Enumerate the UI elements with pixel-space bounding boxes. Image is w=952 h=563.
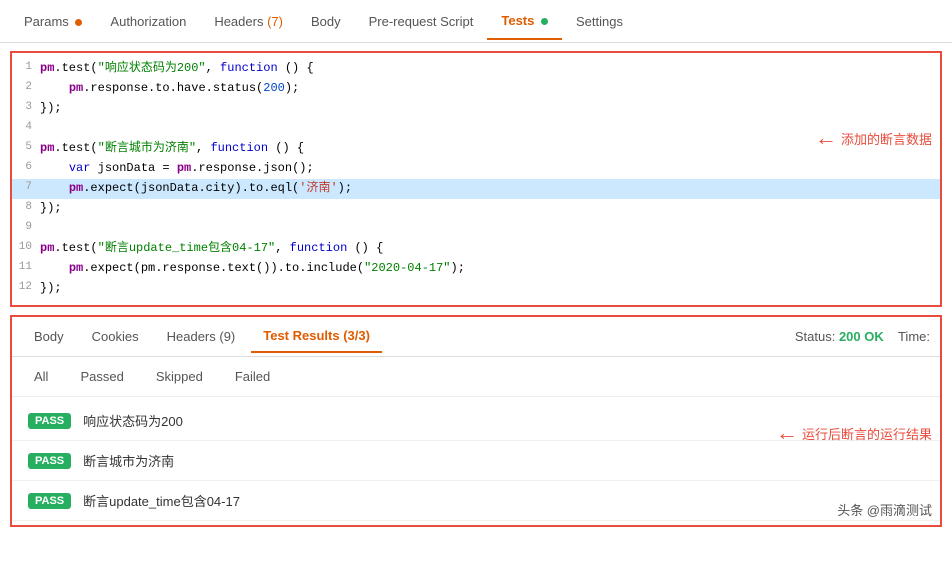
test-row-3: PASS 断言update_time包含04-17 bbox=[12, 481, 940, 521]
code-line-7: 7 pm.expect(jsonData.city).to.eql('济南'); bbox=[12, 179, 940, 199]
pass-badge-3: PASS bbox=[28, 493, 71, 509]
code-annotation: ← 添加的断言数据 bbox=[815, 125, 932, 151]
status-area: Status: 200 OK Time: bbox=[795, 329, 930, 344]
code-line-5: 5 pm.test("断言城市为济南", function () { bbox=[12, 139, 940, 159]
test-row-2: PASS 断言城市为济南 bbox=[12, 441, 940, 481]
result-tab-testresults[interactable]: Test Results (3/3) bbox=[251, 320, 382, 353]
pass-badge-1: PASS bbox=[28, 413, 71, 429]
tab-body[interactable]: Body bbox=[297, 4, 355, 39]
code-line-6: 6 var jsonData = pm.response.json(); bbox=[12, 159, 940, 179]
code-annotation-text: 添加的断言数据 bbox=[841, 129, 932, 148]
filter-failed[interactable]: Failed bbox=[229, 367, 276, 386]
bottom-annotation-text: 运行后断言的运行结果 bbox=[802, 424, 932, 443]
tab-headers[interactable]: Headers (7) bbox=[200, 4, 297, 39]
test-results: PASS 响应状态码为200 PASS 断言城市为济南 PASS 断言updat… bbox=[12, 397, 940, 525]
code-line-8: 8 }); bbox=[12, 199, 940, 219]
watermark: 头条 @雨滴测试 bbox=[837, 500, 932, 519]
code-line-9: 9 bbox=[12, 219, 940, 239]
test-label-1: 响应状态码为200 bbox=[83, 411, 183, 430]
arrow-left-icon: ← bbox=[815, 125, 837, 151]
test-label-2: 断言城市为济南 bbox=[83, 451, 174, 470]
result-tab-headers[interactable]: Headers (9) bbox=[155, 321, 248, 352]
arrow-left-icon-2: ← bbox=[776, 420, 798, 446]
code-line-1: 1 pm.test("响应状态码为200", function () { bbox=[12, 59, 940, 79]
code-lines: 1 pm.test("响应状态码为200", function () { 2 p… bbox=[12, 53, 940, 305]
code-line-2: 2 pm.response.to.have.status(200); bbox=[12, 79, 940, 99]
code-editor: 1 pm.test("响应状态码为200", function () { 2 p… bbox=[10, 51, 942, 307]
tests-dot bbox=[541, 18, 548, 25]
result-tab-bar: Body Cookies Headers (9) Test Results (3… bbox=[12, 317, 940, 357]
code-line-3: 3 }); bbox=[12, 99, 940, 119]
tab-prerequest[interactable]: Pre-request Script bbox=[355, 4, 488, 39]
tab-settings[interactable]: Settings bbox=[562, 4, 637, 39]
tab-params[interactable]: Params bbox=[10, 4, 96, 39]
result-tab-cookies[interactable]: Cookies bbox=[80, 321, 151, 352]
tab-authorization[interactable]: Authorization bbox=[96, 4, 200, 39]
filter-bar: All Passed Skipped Failed bbox=[12, 357, 940, 397]
code-line-12: 12 }); bbox=[12, 279, 940, 299]
params-dot bbox=[75, 19, 82, 26]
bottom-annotation: ← 运行后断言的运行结果 bbox=[776, 420, 932, 446]
code-line-4: 4 bbox=[12, 119, 940, 139]
filter-all[interactable]: All bbox=[28, 367, 54, 386]
pass-badge-2: PASS bbox=[28, 453, 71, 469]
code-line-11: 11 pm.expect(pm.response.text()).to.incl… bbox=[12, 259, 940, 279]
test-label-3: 断言update_time包含04-17 bbox=[83, 491, 240, 510]
result-tab-body[interactable]: Body bbox=[22, 321, 76, 352]
main-wrapper: Params Authorization Headers (7) Body Pr… bbox=[0, 0, 952, 527]
top-tab-bar: Params Authorization Headers (7) Body Pr… bbox=[0, 0, 952, 43]
code-line-10: 10 pm.test("断言update_time包含04-17", funct… bbox=[12, 239, 940, 259]
filter-skipped[interactable]: Skipped bbox=[150, 367, 209, 386]
filter-passed[interactable]: Passed bbox=[74, 367, 129, 386]
tab-tests[interactable]: Tests bbox=[487, 3, 562, 40]
